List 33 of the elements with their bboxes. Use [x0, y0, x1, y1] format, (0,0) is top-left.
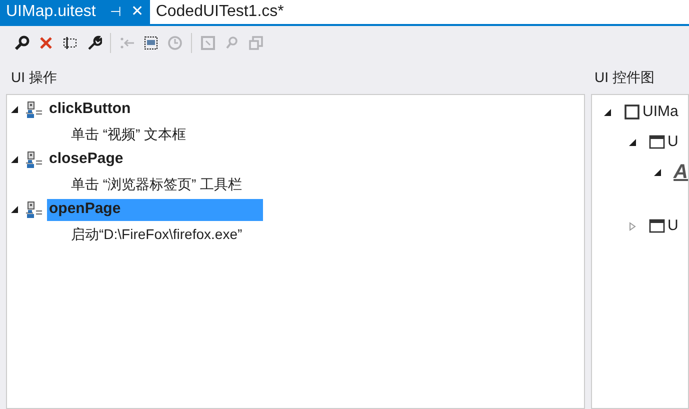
step-text: 单击 “视频” 文本框 [70, 125, 188, 144]
window-icon [648, 219, 665, 233]
window-icon [648, 135, 665, 149]
action-icon [25, 100, 43, 118]
document-tab[interactable]: UIMap.uitest ⊣ ✕ [0, 0, 150, 24]
collapse-arrow-icon[interactable] [654, 168, 661, 176]
expand-arrow-icon[interactable] [628, 222, 636, 230]
close-icon[interactable] [38, 35, 54, 51]
collapse-arrow-icon[interactable] [11, 206, 18, 213]
action-item[interactable]: openPage [47, 198, 263, 220]
step-text: 单击 “浏览器标签页” 工具栏 [70, 175, 244, 194]
action-item[interactable]: closePage [47, 148, 126, 170]
step-text: 启动“D:\FireFox\firefox.exe” [70, 225, 244, 244]
collapse-arrow-icon[interactable] [604, 108, 611, 116]
action-icon [25, 200, 43, 218]
tree-item[interactable]: U [668, 130, 678, 154]
panel-title: UI 控件图 [594, 68, 656, 86]
tree-item[interactable]: UIMa [642, 100, 678, 124]
tree-item[interactable]: U [668, 214, 678, 238]
tree-item[interactable]: A [674, 162, 688, 182]
magnifier-icon[interactable] [14, 35, 30, 51]
pin-button[interactable]: ⊣ [110, 2, 121, 22]
square-icon [624, 104, 640, 120]
action-icon [25, 150, 43, 168]
grid-icon[interactable] [143, 35, 159, 51]
collapse-arrow-icon[interactable] [11, 156, 18, 163]
collapse-arrow-icon[interactable] [628, 138, 636, 146]
close-button[interactable]: ✕ [130, 0, 144, 24]
panel-title: UI 操作 [10, 68, 58, 86]
action-item[interactable]: clickButton [47, 98, 133, 120]
wrench-icon[interactable] [86, 35, 102, 51]
collapse-arrow-icon[interactable] [11, 106, 18, 113]
rename-icon[interactable] [62, 35, 78, 51]
